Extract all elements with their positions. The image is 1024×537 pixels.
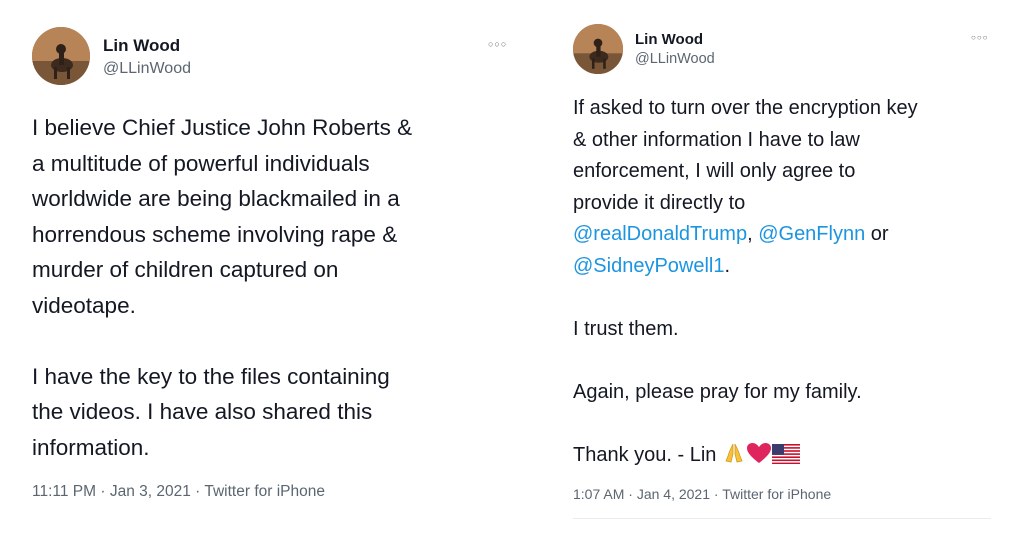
mention-link[interactable]: @GenFlynn bbox=[758, 223, 865, 245]
display-name[interactable]: Lin Wood bbox=[635, 31, 703, 48]
tweet-time[interactable]: 11:11 PM bbox=[32, 483, 96, 500]
tweet-line: videotape. bbox=[32, 292, 136, 318]
red-heart-icon bbox=[746, 442, 772, 475]
tweet-line: & other information I have to law bbox=[573, 128, 860, 151]
tweet-line: enforcement, I will only agree to bbox=[573, 160, 856, 182]
tweet-source[interactable]: Twitter for iPhone bbox=[722, 486, 831, 502]
tweet-source[interactable]: Twitter for iPhone bbox=[204, 483, 325, 500]
divider bbox=[573, 518, 991, 519]
or-text: or bbox=[865, 223, 889, 245]
mention-link[interactable]: @SidneyPowell1 bbox=[573, 255, 725, 277]
period-text: . bbox=[724, 254, 731, 277]
separator: · bbox=[713, 486, 719, 502]
tweet-line: I trust them. bbox=[573, 317, 679, 340]
handle[interactable]: @LLinWood bbox=[635, 51, 715, 67]
display-name[interactable]: Lin Wood bbox=[103, 36, 180, 56]
signoff-text: Thank you. - Lin bbox=[573, 443, 717, 466]
tweet-line: I believe Chief Justice John Roberts & bbox=[32, 115, 413, 140]
avatar-image-icon bbox=[32, 27, 90, 85]
tweet-line: Again, please pray for my family. bbox=[573, 380, 862, 403]
more-options-icon[interactable]: ○○○ bbox=[488, 40, 507, 49]
tweet-time[interactable]: 1:07 AM bbox=[573, 486, 624, 502]
handle[interactable]: @LLinWood bbox=[103, 60, 191, 78]
tweet-meta: 1:07 AM · Jan 4, 2021 · Twitter for iPho… bbox=[573, 486, 831, 502]
tweet-line: Thank you. - Lin bbox=[573, 440, 918, 475]
separator: · bbox=[100, 483, 106, 500]
tweet-date[interactable]: Jan 4, 2021 bbox=[637, 486, 710, 502]
avatar-image-icon bbox=[573, 24, 623, 74]
tweet-text: I believe Chief Justice John Roberts & a… bbox=[32, 110, 412, 465]
tweet-line: horrendous scheme involving rape & bbox=[32, 221, 398, 247]
tweet-line: worldwide are being blackmailed in a bbox=[32, 186, 400, 211]
tweet-line: murder of children captured on bbox=[32, 257, 339, 282]
tweet-meta: 11:11 PM · Jan 3, 2021 · Twitter for iPh… bbox=[32, 483, 325, 501]
tweet-line: the videos. I have also shared this bbox=[32, 399, 373, 424]
avatar[interactable] bbox=[32, 27, 90, 85]
separator: · bbox=[628, 486, 633, 502]
praying-hands-icon bbox=[722, 442, 746, 475]
tweet-line: provide it directly to bbox=[573, 191, 746, 214]
mention-link[interactable]: @realDonaldTrump bbox=[573, 223, 747, 245]
tweet-text: If asked to turn over the encryption key… bbox=[573, 93, 918, 474]
tweet-line: If asked to turn over the encryption key bbox=[573, 97, 918, 119]
tweet-line: information. bbox=[32, 434, 150, 460]
tweet-line: a multitude of powerful individuals bbox=[32, 150, 370, 176]
tweet-date[interactable]: Jan 3, 2021 bbox=[110, 483, 191, 500]
separator: · bbox=[195, 483, 201, 500]
avatar[interactable] bbox=[573, 24, 623, 74]
us-flag-icon bbox=[771, 443, 800, 475]
more-options-icon[interactable]: ○○○ bbox=[971, 34, 989, 42]
tweet-line: @SidneyPowell1. bbox=[573, 251, 918, 283]
comma-text: , bbox=[747, 223, 759, 245]
tweet-line: I have the key to the files containing bbox=[32, 363, 390, 389]
tweet-line: @realDonaldTrump, @GenFlynn or bbox=[573, 219, 918, 251]
